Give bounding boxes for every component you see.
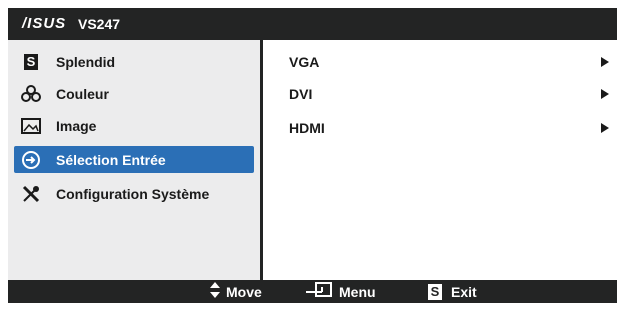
input-select-icon: [18, 149, 44, 171]
menu-item-label: Couleur: [56, 85, 109, 102]
menu-item-image[interactable]: Image: [14, 112, 254, 139]
submenu-item-label: HDMI: [289, 120, 325, 136]
submenu-item-dvi[interactable]: DVI: [289, 84, 609, 104]
menu-hint: Menu: [306, 280, 376, 303]
move-hint: Move: [210, 280, 262, 303]
menu-item-selection-entree[interactable]: Sélection Entrée: [14, 146, 254, 173]
menu-item-label: Image: [56, 117, 97, 134]
splendid-s-icon: S: [18, 51, 44, 73]
menu-body: S Splendid Couleur Image Sélection Entré…: [8, 40, 617, 280]
up-down-arrows-icon: [210, 282, 220, 301]
menu-item-configuration-systeme[interactable]: Configuration Système: [14, 180, 254, 207]
title-bar: /ISUS VS247: [8, 8, 617, 40]
model-name: VS247: [78, 16, 121, 32]
submenu-item-label: DVI: [289, 86, 313, 102]
menu-item-label: Configuration Système: [56, 185, 210, 202]
arrow-right-icon: [601, 89, 609, 99]
brand-logo: /ISUS: [22, 15, 67, 32]
submenu-item-label: VGA: [289, 54, 320, 70]
menu-item-label: Sélection Entrée: [56, 151, 166, 168]
menu-item-label: Splendid: [56, 53, 116, 70]
submenu-item-hdmi[interactable]: HDMI: [289, 118, 609, 138]
exit-label: Exit: [451, 283, 477, 300]
osd-window: /ISUS VS247 S Splendid Couleur Image Sél…: [8, 8, 617, 303]
submenu-item-vga[interactable]: VGA: [289, 52, 609, 72]
wrench-screwdriver-icon: [18, 183, 44, 205]
menu-item-couleur[interactable]: Couleur: [14, 80, 254, 107]
exit-hint: S Exit: [428, 280, 477, 303]
exit-s-icon: S: [428, 283, 442, 300]
move-label: Move: [226, 283, 262, 300]
arrow-right-icon: [601, 123, 609, 133]
menu-item-splendid[interactable]: S Splendid: [14, 48, 254, 75]
main-menu: S Splendid Couleur Image Sélection Entré…: [8, 40, 263, 280]
submenu-panel: VGA DVI HDMI: [263, 40, 617, 280]
menu-label: Menu: [339, 283, 376, 300]
arrow-right-icon: [601, 57, 609, 67]
color-dots-icon: [18, 83, 44, 105]
image-icon: [18, 115, 44, 137]
footer-bar: Move Menu S Exit: [8, 280, 617, 303]
enter-icon: [306, 282, 332, 301]
